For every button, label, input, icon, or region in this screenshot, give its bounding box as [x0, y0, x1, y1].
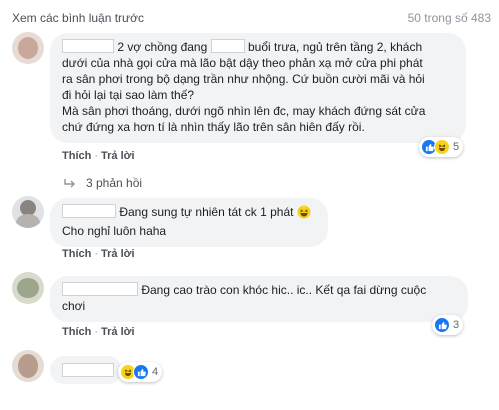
redacted-text — [210, 39, 245, 53]
reply-button[interactable]: Trả lời — [101, 150, 135, 162]
comment-line: ra sân phơi trong bộ dạng trần như nhộng… — [62, 72, 425, 86]
comment-line: Mà sân phơi thoáng, dưới ngõ nhìn lên đc… — [62, 104, 426, 118]
avatar[interactable] — [12, 350, 44, 382]
comments-header: Xem các bình luận trước 50 trong số 483 — [0, 0, 499, 30]
like-icon — [133, 364, 149, 380]
view-replies-link[interactable]: 3 phản hồi — [64, 176, 142, 190]
comment-line: Cho nghỉ luôn haha — [62, 224, 167, 238]
comment-actions: Thích · Trả lời — [62, 150, 135, 162]
comment-line: dưới của nhà gọi cửa mà lão bật dậy theo… — [62, 56, 423, 70]
comment-line: chơi — [62, 299, 86, 313]
reaction-summary[interactable]: 5 — [419, 137, 464, 157]
avatar[interactable] — [12, 32, 44, 64]
reply-button[interactable]: Trả lời — [101, 248, 135, 260]
comment-actions: Thích · Trả lời — [62, 248, 135, 260]
reply-button[interactable]: Trả lời — [101, 326, 135, 338]
comment-bubble: 2 vợ chồng đang buổi trưa, ngủ trên tầng… — [50, 33, 466, 143]
like-button[interactable]: Thích — [62, 150, 91, 162]
reaction-summary[interactable]: 3 — [432, 315, 464, 335]
reaction-count: 3 — [453, 319, 460, 331]
reaction-count: 5 — [453, 141, 460, 153]
avatar[interactable] — [12, 272, 44, 304]
reply-arrow-icon — [64, 179, 75, 188]
comment-bubble: Đang sung tự nhiên tát ck 1 phát Cho ngh… — [50, 198, 328, 247]
view-previous-comments-link[interactable]: Xem các bình luận trước — [12, 11, 144, 25]
comment-line: chứ đứng xa hơn tí là nhìn thấy lão trên… — [62, 120, 365, 134]
like-button[interactable]: Thích — [62, 248, 91, 260]
avatar[interactable] — [12, 196, 44, 228]
comment-count: 50 trong số 483 — [407, 11, 491, 25]
comment-bubble: Đang cao trào con khóc hic.. ic.. Kết qa… — [50, 276, 468, 322]
redacted-name — [62, 363, 114, 377]
replies-count-label: 3 phản hồi — [86, 176, 143, 190]
comment-line: Đang cao trào con khóc hic.. ic.. Kết qa… — [62, 282, 456, 298]
comment-line: đi hỏi lại tại sao làm thế? — [62, 88, 195, 102]
redacted-name — [62, 282, 138, 296]
comment-line: Đang sung tự nhiên tát ck 1 phát — [62, 204, 316, 223]
like-icon — [434, 317, 450, 333]
comment-line: 2 vợ chồng đang buổi trưa, ngủ trên tầng… — [62, 39, 454, 55]
reaction-summary[interactable]: 4 — [118, 362, 163, 382]
comment-actions: Thích · Trả lời — [62, 326, 135, 338]
haha-icon — [434, 139, 450, 155]
redacted-name — [62, 39, 114, 53]
comment-bubble — [50, 356, 122, 384]
redacted-name — [62, 204, 116, 218]
reaction-count: 4 — [152, 366, 159, 378]
like-button[interactable]: Thích — [62, 326, 91, 338]
laugh-emoji-icon — [297, 205, 311, 223]
